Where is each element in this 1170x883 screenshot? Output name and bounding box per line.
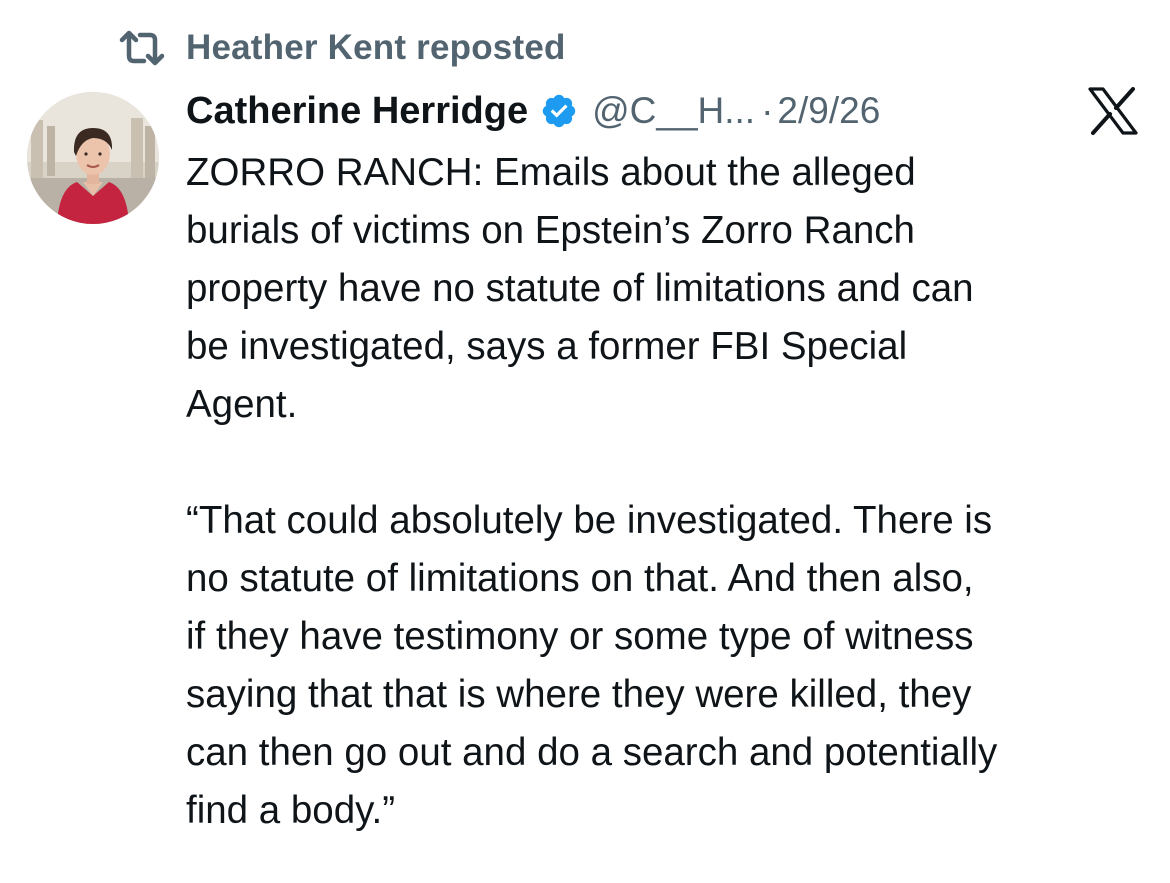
repost-header[interactable]: Heather Kent reposted <box>118 26 566 70</box>
tweet-header: Catherine Herridge @C__H... · 2/9/26 <box>186 84 880 138</box>
verified-badge-icon <box>540 92 578 130</box>
tweet-text: ZORRO RANCH: Emails about the alleged bu… <box>186 144 1158 840</box>
tweet-date[interactable]: 2/9/26 <box>777 90 880 132</box>
tweet-quote-paragraph: “That could absolutely be investigated. … <box>186 499 998 832</box>
author-name[interactable]: Catherine Herridge <box>186 90 528 133</box>
repost-label: Heather Kent reposted <box>186 28 566 67</box>
avatar[interactable] <box>27 92 159 224</box>
x-logo-icon[interactable] <box>1088 87 1138 135</box>
separator-dot: · <box>761 90 774 131</box>
author-handle[interactable]: @C__H... <box>592 90 755 132</box>
repost-icon <box>118 28 166 68</box>
tweet-paragraph: ZORRO RANCH: Emails about the alleged bu… <box>186 151 974 426</box>
